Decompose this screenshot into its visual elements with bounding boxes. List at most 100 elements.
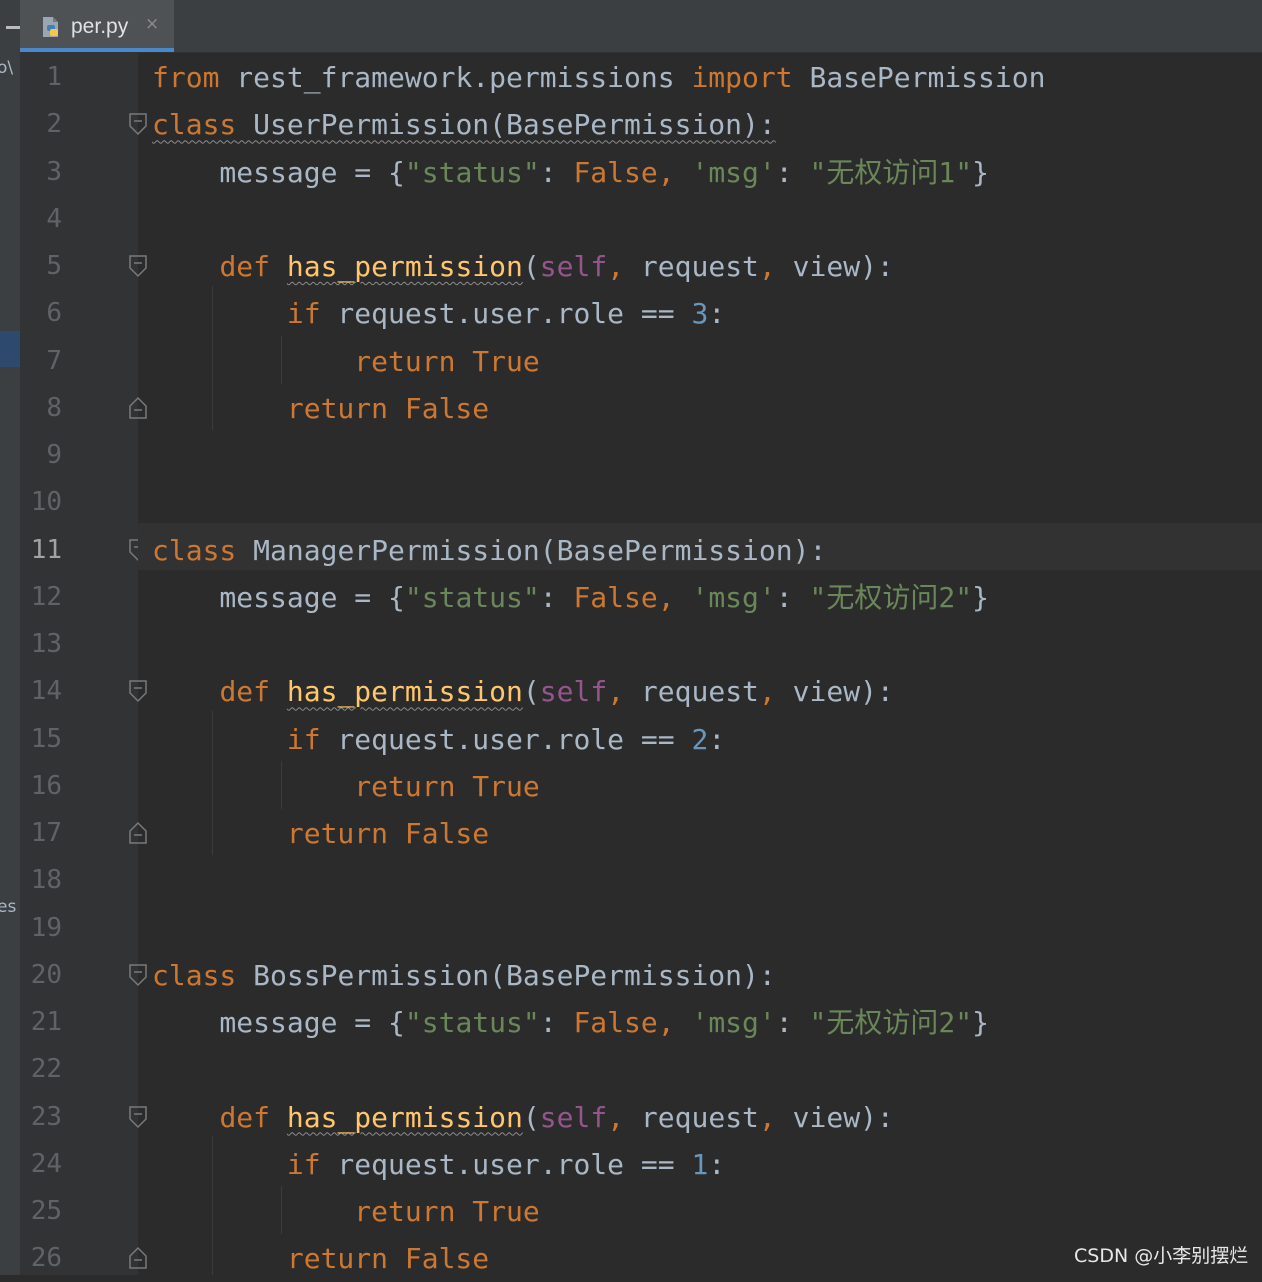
code-token: "无权访问2" [809, 580, 973, 614]
code-token: ManagerPermission(BasePermission): [236, 533, 827, 567]
code-token: from [152, 61, 220, 94]
code-line[interactable]: return False [152, 1235, 489, 1275]
line-number: 12 [30, 581, 62, 612]
selected-tree-item[interactable] [0, 331, 20, 367]
code-token: : [775, 580, 810, 614]
code-token: : [708, 1147, 726, 1181]
code-line[interactable]: return False [152, 810, 489, 857]
code-token: "status" [404, 580, 540, 614]
code-line[interactable]: class ManagerPermission(BasePermission): [152, 527, 826, 574]
code-token: def [219, 1100, 271, 1134]
line-number: 20 [30, 959, 62, 990]
code-editor[interactable]: from rest_framework.permissions import B… [138, 52, 1262, 1275]
code-token: False [573, 1006, 658, 1039]
code-token: 'msg' [691, 1006, 776, 1039]
project-panel-strip[interactable]: o\ es [0, 0, 20, 1275]
line-number: 13 [30, 629, 62, 659]
code-line[interactable]: return False [152, 385, 489, 432]
code-line[interactable]: return True [152, 338, 540, 385]
line-number: 18 [30, 865, 62, 896]
tab-per-py[interactable]: per.py × [20, 0, 174, 52]
code-token: 'msg' [691, 580, 776, 614]
code-line[interactable]: def has_permission(self, request, view): [152, 668, 894, 715]
watermark: CSDN @小李别摆烂 [1074, 1245, 1249, 1267]
code-token: } [972, 580, 989, 614]
line-number: 3 [46, 156, 62, 187]
code-token: "status" [404, 155, 540, 189]
line-number: 2 [46, 109, 62, 140]
code-token: request.user.role == [320, 722, 692, 756]
code-line[interactable]: if request.user.role == 3: [152, 290, 725, 337]
code-token: 1 [691, 1147, 709, 1181]
code-token: if [286, 297, 321, 331]
code-line[interactable]: def has_permission(self, request, view): [152, 1094, 893, 1141]
code-line[interactable]: message = {"status": False, 'msg': "无权访问… [152, 999, 989, 1046]
line-number: 17 [30, 818, 62, 848]
code-token: class [152, 958, 237, 992]
code-token: 3 [691, 297, 709, 331]
code-line[interactable]: if request.user.role == 1: [152, 1141, 725, 1188]
collapse-icon[interactable] [6, 26, 20, 29]
code-token: return False [286, 1242, 490, 1275]
line-number: 21 [30, 1007, 62, 1037]
code-token: request.user.role == [320, 297, 692, 331]
code-token: if [286, 1147, 321, 1181]
project-tree-fragment: o\ [0, 58, 14, 78]
code-line[interactable]: message = {"status": False, 'msg': "无权访问… [152, 574, 989, 621]
code-token: request [640, 250, 759, 283]
code-token: return True [354, 344, 540, 378]
code-token: : [539, 1006, 574, 1039]
code-token: view): [792, 250, 894, 283]
code-token: "status" [404, 1006, 540, 1039]
code-token: BasePermission [792, 61, 1046, 94]
line-number: 8 [46, 392, 62, 423]
code-token: view): [792, 675, 894, 709]
code-line[interactable]: return True [152, 763, 539, 810]
code-token: class [152, 108, 237, 142]
line-number: 14 [30, 676, 62, 707]
line-number: 4 [46, 203, 62, 234]
code-token: , [607, 1100, 641, 1134]
code-line[interactable]: def has_permission(self, request, view): [152, 243, 894, 290]
code-token: request [640, 1100, 759, 1134]
line-number: 10 [30, 487, 62, 518]
code-token: def [219, 675, 271, 709]
code-token: } [972, 155, 989, 189]
line-number: 23 [30, 1101, 62, 1132]
line-number: 6 [46, 298, 62, 329]
line-number: 15 [30, 723, 62, 754]
code-token: , [657, 580, 692, 614]
code-token: self [539, 250, 608, 283]
code-token: return False [286, 391, 490, 425]
code-line[interactable]: message = {"status": False, 'msg': "无权访问… [152, 149, 989, 196]
close-tab-icon[interactable]: × [145, 14, 159, 34]
code-token: request.user.role == [320, 1147, 692, 1181]
code-token: if [286, 722, 321, 756]
code-token: message = { [152, 155, 405, 189]
code-line[interactable]: class BossPermission(BasePermission): [152, 952, 776, 999]
line-number: 1 [46, 62, 62, 92]
code-token: request [640, 675, 759, 709]
code-token: "无权访问1" [809, 155, 973, 189]
code-line[interactable]: from rest_framework.permissions import B… [152, 54, 1045, 101]
line-number-gutter[interactable]: 1 2 3 4 5 6 7 8 9 10 11 12 13 14 15 16 17 18 19 20 21 22 23 24 2… [20, 52, 147, 1275]
code-token: , [657, 155, 692, 189]
code-token: False [573, 580, 658, 614]
line-number: 24 [30, 1148, 62, 1179]
code-token: , [607, 250, 641, 283]
code-token: : [775, 1006, 810, 1039]
code-token: def [219, 250, 271, 283]
code-token: : [708, 297, 726, 331]
code-token: ( [522, 1100, 540, 1134]
code-token: has_permission [286, 1100, 523, 1134]
tab-label: per.py [71, 15, 129, 38]
code-line[interactable]: return True [152, 1188, 539, 1235]
code-line[interactable]: if request.user.role == 2: [152, 716, 725, 763]
code-token: ( [522, 675, 540, 709]
code-line[interactable]: class UserPermission(BasePermission): [152, 101, 776, 148]
